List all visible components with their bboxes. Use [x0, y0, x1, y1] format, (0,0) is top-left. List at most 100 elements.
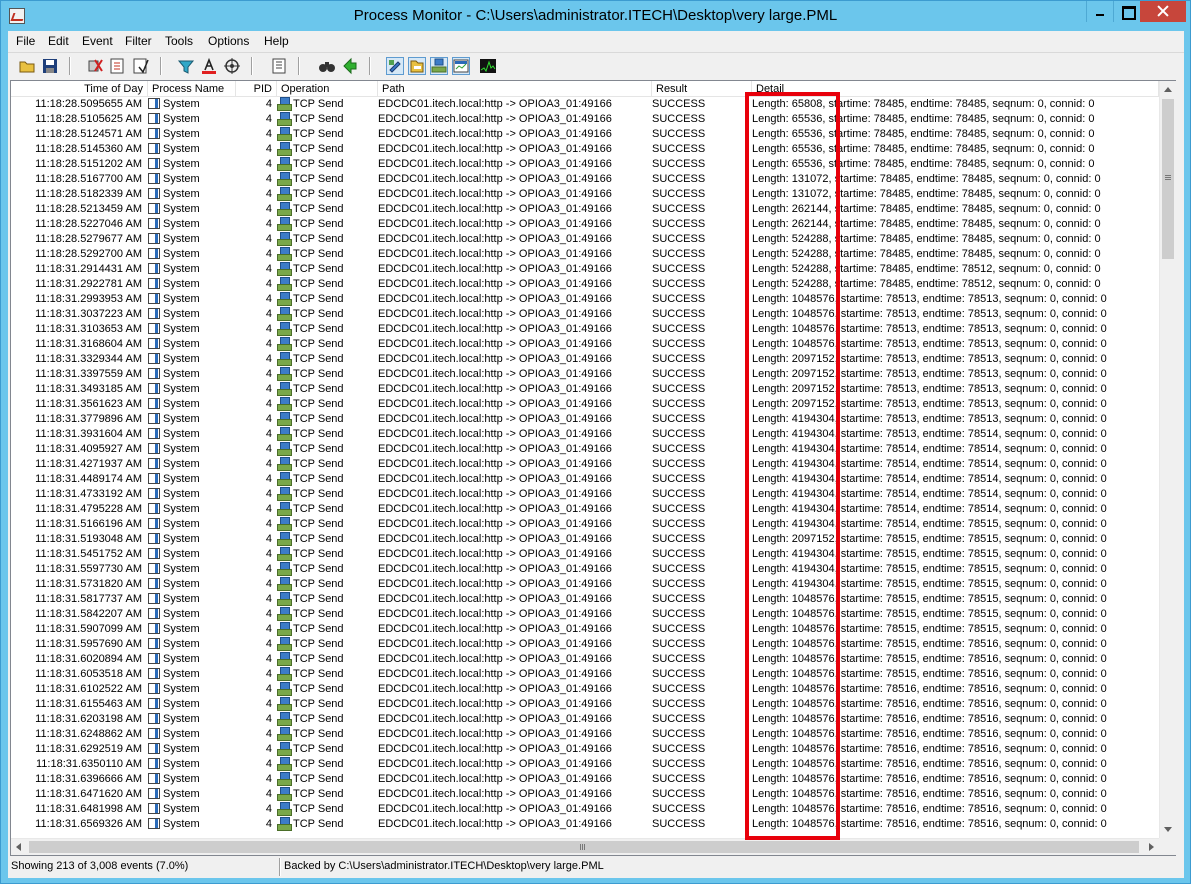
table-row[interactable]: 11:18:31.5842207 AM System 4 TCP Send EDCDC0… — [11, 607, 1159, 622]
event-list[interactable]: Time of Day Process Name PID Operation P… — [10, 80, 1176, 856]
highlight-icon[interactable] — [200, 57, 218, 75]
table-row[interactable]: 11:18:31.2993953 AM System 4 TCP Send EDCDC0… — [11, 292, 1159, 307]
title-bar[interactable]: Process Monitor - C:\Users\administrator… — [1, 1, 1190, 31]
table-row[interactable]: 11:18:28.5292700 AM System 4 TCP Send EDCDC0… — [11, 247, 1159, 262]
table-row[interactable]: 11:18:31.6350110 AM System 4 TCP Send EDCDC0… — [11, 757, 1159, 772]
table-row[interactable]: 11:18:31.3397559 AM System 4 TCP Send EDCDC0… — [11, 367, 1159, 382]
table-row[interactable]: 11:18:31.5451752 AM System 4 TCP Send EDCDC0… — [11, 547, 1159, 562]
open-icon[interactable] — [18, 57, 36, 75]
table-row[interactable]: 11:18:31.4271937 AM System 4 TCP Send EDCDC0… — [11, 457, 1159, 472]
maximize-button[interactable] — [1113, 1, 1139, 22]
column-pid[interactable]: PID — [236, 81, 277, 96]
column-detail[interactable]: Detail — [752, 81, 1159, 96]
table-row[interactable]: 11:18:28.5227046 AM System 4 TCP Send EDCDC0… — [11, 217, 1159, 232]
table-row[interactable]: 11:18:31.2914431 AM System 4 TCP Send EDCDC0… — [11, 262, 1159, 277]
vertical-scroll-thumb[interactable] — [1162, 99, 1174, 259]
column-time-of-day[interactable]: Time of Day — [11, 81, 148, 96]
clear-icon[interactable] — [132, 57, 150, 75]
table-row[interactable]: 11:18:31.5597730 AM System 4 TCP Send EDCDC0… — [11, 562, 1159, 577]
menu-options[interactable]: Options — [208, 34, 249, 48]
table-row[interactable]: 11:18:31.5166196 AM System 4 TCP Send EDCDC0… — [11, 517, 1159, 532]
table-row[interactable]: 11:18:28.5167700 AM System 4 TCP Send EDCDC0… — [11, 172, 1159, 187]
table-row[interactable]: 11:18:31.5957690 AM System 4 TCP Send EDCDC0… — [11, 637, 1159, 652]
table-row[interactable]: 11:18:31.5193048 AM System 4 TCP Send EDCDC0… — [11, 532, 1159, 547]
process-cell: System — [148, 592, 236, 607]
table-row[interactable]: 11:18:31.4733192 AM System 4 TCP Send EDCDC0… — [11, 487, 1159, 502]
table-row[interactable]: 11:18:31.3329344 AM System 4 TCP Send EDCDC0… — [11, 352, 1159, 367]
table-row[interactable]: 11:18:31.6203198 AM System 4 TCP Send EDCDC0… — [11, 712, 1159, 727]
jump-icon[interactable] — [341, 57, 359, 75]
table-row[interactable]: 11:18:31.6471620 AM System 4 TCP Send EDCDC0… — [11, 787, 1159, 802]
table-row[interactable]: 11:18:28.5095655 AM System 4 TCP Send EDCDC0… — [11, 97, 1159, 112]
table-row[interactable]: 11:18:31.6102522 AM System 4 TCP Send EDCDC0… — [11, 682, 1159, 697]
table-row[interactable]: 11:18:28.5279677 AM System 4 TCP Send EDCDC0… — [11, 232, 1159, 247]
pid-cell: 4 — [265, 218, 272, 230]
table-row[interactable]: 11:18:31.5731820 AM System 4 TCP Send EDCDC0… — [11, 577, 1159, 592]
column-process-name[interactable]: Process Name — [148, 81, 236, 96]
table-row[interactable]: 11:18:31.3103653 AM System 4 TCP Send EDCDC0… — [11, 322, 1159, 337]
autoscroll-icon[interactable] — [109, 57, 127, 75]
table-row[interactable]: 11:18:31.3493185 AM System 4 TCP Send EDCDC0… — [11, 382, 1159, 397]
table-row[interactable]: 11:18:31.4095927 AM System 4 TCP Send EDCDC0… — [11, 442, 1159, 457]
close-button[interactable] — [1140, 1, 1186, 22]
pid-cell: 4 — [265, 503, 272, 515]
horizontal-scrollbar[interactable] — [11, 838, 1159, 855]
table-row[interactable]: 11:18:31.6155463 AM System 4 TCP Send EDCDC0… — [11, 697, 1159, 712]
process-tree-icon[interactable] — [270, 57, 288, 75]
table-row[interactable]: 11:18:31.5907099 AM System 4 TCP Send EDCDC0… — [11, 622, 1159, 637]
menu-edit[interactable]: Edit — [48, 34, 69, 48]
table-row[interactable]: 11:18:28.5105625 AM System 4 TCP Send EDCDC0… — [11, 112, 1159, 127]
process-name: System — [163, 323, 200, 335]
table-row[interactable]: 11:18:31.6396666 AM System 4 TCP Send EDCDC0… — [11, 772, 1159, 787]
menu-event[interactable]: Event — [82, 34, 113, 48]
table-row[interactable]: 11:18:31.6053518 AM System 4 TCP Send EDCDC0… — [11, 667, 1159, 682]
vertical-scrollbar[interactable] — [1159, 81, 1176, 838]
table-row[interactable]: 11:18:31.4489174 AM System 4 TCP Send EDCDC0… — [11, 472, 1159, 487]
process-cell: System — [148, 667, 236, 682]
process-activity-icon[interactable] — [452, 57, 470, 75]
scroll-right-arrow-icon[interactable] — [1149, 843, 1154, 851]
table-row[interactable]: 11:18:31.4795228 AM System 4 TCP Send EDCDC0… — [11, 502, 1159, 517]
table-row[interactable]: 11:18:28.5182339 AM System 4 TCP Send EDCDC0… — [11, 187, 1159, 202]
find-icon[interactable] — [318, 57, 336, 75]
table-row[interactable]: 11:18:28.5213459 AM System 4 TCP Send EDCDC0… — [11, 202, 1159, 217]
column-result[interactable]: Result — [652, 81, 752, 96]
filter-icon[interactable] — [177, 57, 195, 75]
column-operation[interactable]: Operation — [277, 81, 378, 96]
table-row[interactable]: 11:18:31.6020894 AM System 4 TCP Send EDCDC0… — [11, 652, 1159, 667]
operation-cell: TCP Send — [277, 172, 377, 187]
table-row[interactable]: 11:18:31.6248862 AM System 4 TCP Send EDCDC0… — [11, 727, 1159, 742]
column-path[interactable]: Path — [378, 81, 652, 96]
menu-tools[interactable]: Tools — [165, 34, 193, 48]
table-row[interactable]: 11:18:31.3168604 AM System 4 TCP Send EDCDC0… — [11, 337, 1159, 352]
horizontal-scroll-thumb[interactable] — [29, 841, 1139, 853]
network-activity-icon[interactable] — [430, 57, 448, 75]
save-icon[interactable] — [41, 57, 59, 75]
table-row[interactable]: 11:18:31.3779896 AM System 4 TCP Send EDCDC0… — [11, 412, 1159, 427]
file-activity-icon[interactable] — [408, 57, 426, 75]
time-cell: 11:18:31.3168604 AM — [35, 338, 142, 350]
scroll-left-arrow-icon[interactable] — [16, 843, 21, 851]
scroll-up-arrow-icon[interactable] — [1164, 87, 1172, 92]
table-row[interactable]: 11:18:31.6481998 AM System 4 TCP Send EDCDC0… — [11, 802, 1159, 817]
table-row[interactable]: 11:18:31.3037223 AM System 4 TCP Send EDCDC0… — [11, 307, 1159, 322]
table-row[interactable]: 11:18:31.3561623 AM System 4 TCP Send EDCDC0… — [11, 397, 1159, 412]
menu-help[interactable]: Help — [264, 34, 289, 48]
registry-activity-icon[interactable] — [386, 57, 404, 75]
table-row[interactable]: 11:18:31.5817737 AM System 4 TCP Send EDCDC0… — [11, 592, 1159, 607]
menu-file[interactable]: File — [16, 34, 35, 48]
minimize-button[interactable] — [1086, 1, 1112, 22]
process-cell: System — [148, 97, 236, 112]
table-row[interactable]: 11:18:28.5151202 AM System 4 TCP Send EDCDC0… — [11, 157, 1159, 172]
menu-filter[interactable]: Filter — [125, 34, 152, 48]
target-icon[interactable] — [223, 57, 241, 75]
table-row[interactable]: 11:18:31.2922781 AM System 4 TCP Send EDCDC0… — [11, 277, 1159, 292]
table-row[interactable]: 11:18:31.6292519 AM System 4 TCP Send EDCDC0… — [11, 742, 1159, 757]
profiling-icon[interactable] — [479, 57, 497, 75]
table-row[interactable]: 11:18:28.5145360 AM System 4 TCP Send EDCDC0… — [11, 142, 1159, 157]
table-row[interactable]: 11:18:31.3931604 AM System 4 TCP Send EDCDC0… — [11, 427, 1159, 442]
table-row[interactable]: 11:18:28.5124571 AM System 4 TCP Send EDCDC0… — [11, 127, 1159, 142]
capture-icon[interactable] — [86, 57, 104, 75]
scroll-down-arrow-icon[interactable] — [1164, 827, 1172, 832]
table-row[interactable]: 11:18:31.6569326 AM System 4 TCP Send EDCDC0… — [11, 817, 1159, 832]
